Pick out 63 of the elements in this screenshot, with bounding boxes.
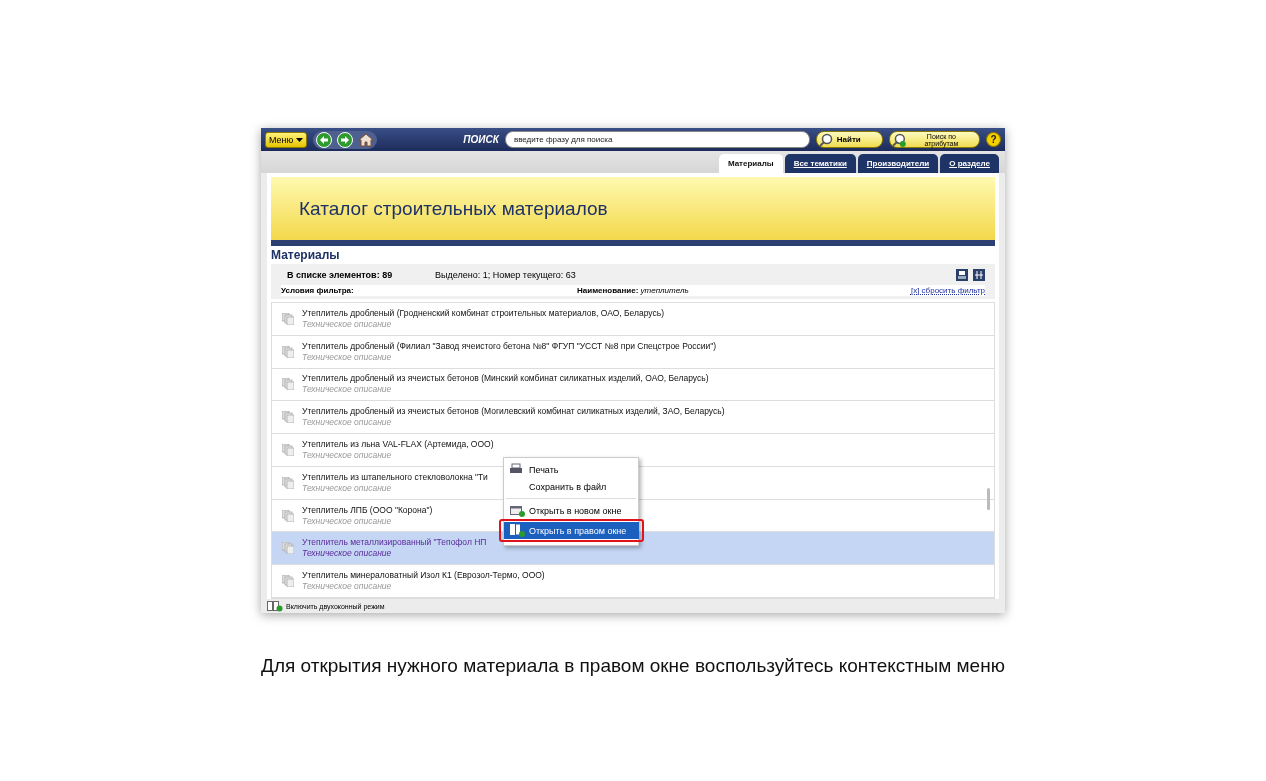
window-plus-icon	[510, 504, 525, 517]
item-title: Утеплитель дробленый (Гродненский комбинат строительных материалов, ОАО, Беларусь)	[302, 307, 665, 319]
find-button[interactable]: Найти	[815, 131, 883, 148]
caption-text: Для открытия нужного материала в правом окне воспользуйтесь контекстным меню	[261, 655, 1005, 677]
item-subtitle: Техническое описание	[302, 318, 393, 330]
document-stack-icon	[282, 476, 294, 489]
search-plus-icon	[891, 132, 906, 147]
item-title: Утеплитель дробленый (Филиал "Завод ячеистого бетона №8" ФГУП "УССТ №8 при Спецстрое России")	[302, 340, 717, 352]
document-stack-icon	[282, 312, 294, 325]
item-subtitle: Техническое описание	[302, 450, 393, 461]
reset-filter-link[interactable]: [x] сбросить фильтр	[910, 286, 985, 295]
document-stack-icon	[282, 575, 294, 588]
list-row[interactable]: Утеплитель дробленый (Филиал "Завод ячеистого бетона №8" ФГУП "УССТ №8 при Спецстрое России") Техническое описание	[272, 335, 994, 369]
menu-item[interactable]: Открыть в правом окне	[504, 522, 639, 539]
list-row[interactable]: Утеплитель дробленый (Гродненский комбинат строительных материалов, ОАО, Беларусь) Техническое описание	[272, 303, 994, 336]
item-title: Утеплитель ЛПБ (ООО "Корона")	[302, 504, 433, 516]
selection-info: Выделено: 1; Номер текущего: 63	[435, 270, 577, 280]
item-title: Утеплитель из штапельного стекловолокна "Ти	[302, 471, 488, 483]
item-subtitle: Техническое описание	[302, 351, 393, 363]
menu-item[interactable]: Открыть в новом окне	[504, 502, 638, 519]
printer-icon	[510, 463, 525, 476]
item-title: Утеплитель из льна VAL-FLAX (Артемида, ООО)	[302, 439, 494, 450]
search-label: ПОИСК	[463, 134, 499, 145]
item-subtitle: Техническое описание	[302, 515, 393, 527]
search-icon	[818, 132, 833, 147]
menu-item[interactable]: Сохранить в файл	[504, 478, 638, 495]
tab[interactable]: Все тематики	[784, 154, 856, 173]
caret-icon	[296, 137, 304, 142]
document-stack-icon	[282, 542, 294, 555]
scrollbar-thumb[interactable]	[987, 488, 990, 510]
document-stack-icon	[282, 345, 294, 358]
filter-label: Условия фильтра:	[281, 286, 355, 295]
list-row[interactable]: Утеплитель дробленый из ячеистых бетонов (Минский комбинат силикатных изделий, ОАО, Беларусь) Техническое описание	[272, 368, 994, 402]
list-row[interactable]: Утеплитель минераловатный Изол К1 (Еврозол-Термо, ООО) Техническое описание	[272, 565, 994, 598]
document-stack-icon	[282, 411, 294, 424]
tab[interactable]: Материалы	[718, 154, 783, 173]
filter-value: Наименование: утеплитель	[577, 286, 690, 295]
item-count: В списке элементов: 89	[287, 270, 394, 280]
section-title: Материалы	[271, 247, 341, 264]
list-row[interactable]: Утеплитель дробленый из ячеистых бетонов (Могилевский комбинат силикатных изделий, ЗАО, Беларусь) Техническое описание	[272, 401, 994, 435]
help-button[interactable]: ?	[986, 132, 1001, 147]
item-subtitle: Техническое описание	[302, 482, 393, 494]
columns-icon	[973, 269, 985, 281]
item-subtitle: Техническое описание	[302, 581, 393, 593]
item-title: Утеплитель металлизированный "Тепофол НП	[302, 537, 487, 549]
item-title: Утеплитель дробленый из ячеистых бетонов (Минский комбинат силикатных изделий, ОАО, Беларусь)	[302, 373, 709, 385]
banner-title: Каталог строительных материалов	[299, 197, 608, 220]
two-pane-icon	[510, 524, 525, 537]
item-subtitle: Техническое описание	[302, 548, 393, 560]
document-stack-icon	[282, 378, 294, 391]
document-stack-icon	[282, 509, 294, 522]
item-subtitle: Техническое описание	[302, 384, 393, 396]
item-title: Утеплитель дробленый из ячеистых бетонов (Могилевский комбинат силикатных изделий, ЗАО, Беларусь)	[302, 406, 725, 418]
two-pane-icon	[267, 600, 283, 612]
tab[interactable]: О разделе	[940, 154, 999, 173]
search-field[interactable]: введите фразу для поиска	[504, 131, 810, 148]
print-icon	[956, 269, 968, 281]
document-stack-icon	[282, 444, 294, 456]
home-icon[interactable]	[358, 131, 375, 148]
tab[interactable]: Производители	[857, 154, 939, 173]
menu-button[interactable]: Меню	[265, 131, 308, 148]
item-subtitle: Техническое описание	[302, 417, 393, 429]
item-title: Утеплитель минераловатный Изол К1 (Еврозол-Термо, ООО)	[302, 570, 545, 582]
